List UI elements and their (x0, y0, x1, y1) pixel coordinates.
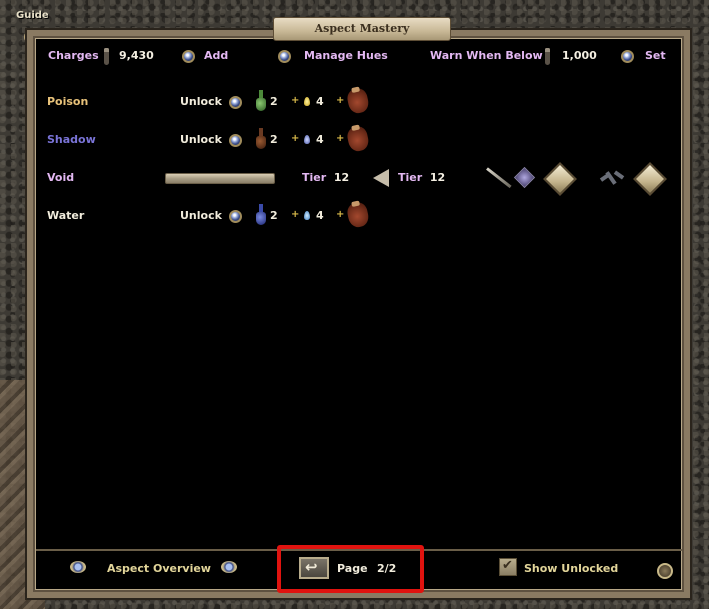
overview-right-eye-icon[interactable] (221, 561, 237, 573)
add-orb-icon[interactable] (182, 48, 195, 64)
set-button[interactable]: Set (645, 48, 666, 64)
ink-icon (104, 48, 109, 65)
plus-sign: + (336, 95, 345, 106)
gem-count: 4 (316, 95, 324, 108)
guide-label: Guide (16, 10, 49, 21)
flask-count: 2 (270, 209, 278, 222)
unlock-poison-button[interactable]: Unlock (180, 95, 222, 108)
plus-sign: + (291, 209, 300, 220)
gem-icon (304, 211, 310, 220)
unlock-poison-orb-icon[interactable] (229, 95, 242, 109)
aspect-name-void: Void (47, 171, 75, 184)
charges-label: Charges (48, 49, 99, 62)
manage-hues-orb-icon[interactable] (278, 48, 291, 64)
arrow-left-icon (373, 169, 389, 187)
blue-flask-icon (256, 204, 266, 226)
show-unlocked-label[interactable]: Show Unlocked (524, 562, 618, 575)
flask-count: 2 (270, 133, 278, 146)
overview-left-eye-icon[interactable] (70, 561, 86, 573)
plus-sign: + (336, 133, 345, 144)
charges-value: 9,430 (119, 49, 154, 62)
page-navigation-highlight (277, 545, 424, 593)
tier-current: Tier 12 (302, 171, 350, 184)
aspect-name-water: Water (47, 209, 85, 222)
unlock-shadow-button[interactable]: Unlock (180, 133, 222, 146)
plus-sign: + (336, 209, 345, 220)
tools-icon (599, 169, 625, 187)
green-flask-icon (256, 90, 266, 112)
brown-flask-icon (256, 128, 266, 150)
void-progress-bar (165, 173, 275, 184)
warn-value[interactable]: 1,000 (562, 48, 597, 64)
window-title: Aspect Mastery (273, 17, 451, 41)
warn-label: Warn When Below (430, 49, 543, 62)
gem-count: 4 (316, 133, 324, 146)
plus-sign: + (291, 133, 300, 144)
flask-count: 2 (270, 95, 278, 108)
plus-sign: + (291, 95, 300, 106)
tier-next: Tier 12 (398, 171, 446, 184)
ink-icon (545, 48, 550, 65)
corner-menu-button[interactable] (657, 563, 673, 579)
gem-icon (304, 135, 310, 144)
aspect-mastery-window (27, 30, 690, 598)
unlock-water-orb-icon[interactable] (229, 209, 242, 223)
unlock-shadow-orb-icon[interactable] (229, 133, 242, 147)
set-orb-icon[interactable] (621, 48, 634, 64)
aspect-name-poison: Poison (47, 95, 89, 108)
aspect-overview-button[interactable]: Aspect Overview (107, 562, 211, 575)
gem-count: 4 (316, 209, 324, 222)
manage-hues-button[interactable]: Manage Hues (304, 48, 388, 64)
unlock-water-button[interactable]: Unlock (180, 209, 222, 222)
aspect-name-shadow: Shadow (47, 133, 96, 146)
gem-icon (304, 97, 310, 106)
show-unlocked-checkbox[interactable] (499, 558, 517, 576)
add-button[interactable]: Add (204, 48, 228, 64)
